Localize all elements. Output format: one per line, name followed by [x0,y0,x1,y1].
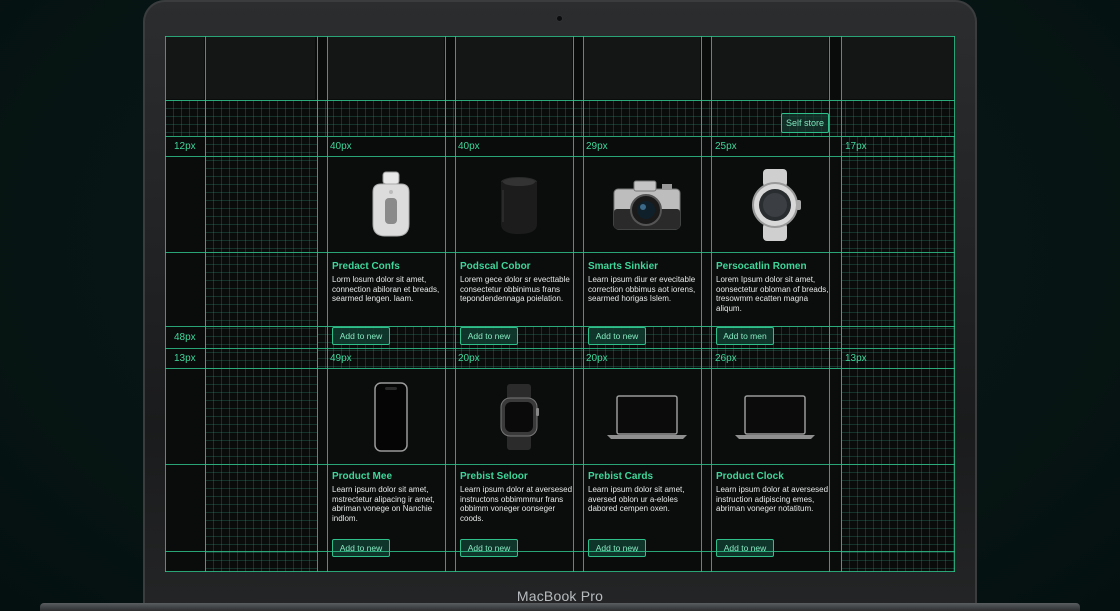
top-cell [166,37,204,99]
grid-line [165,100,955,101]
grid-line [165,368,955,369]
product-title: Product Mee [332,471,393,482]
product-card: Smarts Sinkier Learn ipsum diur er evecit… [584,157,710,345]
product-description: Learn ipsum dolor at aversesed instructi… [716,485,829,513]
grid-line [583,36,584,572]
add-to-cart-button[interactable]: Add to new [460,539,518,557]
grid-line [701,36,702,572]
gap-label: 13px [174,353,196,364]
gap-label: 13px [845,353,867,364]
applewatch-icon [456,369,582,464]
gap-label: 20px [458,353,480,364]
gap-label: 48px [174,332,196,343]
grid-line [165,36,166,572]
laptop-icon [712,369,838,464]
product-card: Prebist Seloor Learn ipsum dolor at avers… [456,369,582,557]
add-to-cart-button[interactable]: Add to men [716,327,774,345]
camera-icon [584,157,710,252]
grid-line [455,36,456,572]
grid-line [165,326,955,327]
product-title: Smarts Sinkier [588,261,659,272]
grid-line [165,464,955,465]
product-title: Persocatlin Romen [716,261,807,272]
product-description: Lorem Ipsum dolor sit amet, oonsectetur … [716,275,829,313]
add-to-cart-button[interactable]: Add to new [588,539,646,557]
grid-line [954,36,955,572]
product-card: Prebist Cards Learn ipsum dolor sit amet,… [584,369,710,557]
add-to-cart-button[interactable]: Add to new [460,327,518,345]
add-to-cart-button[interactable]: Add to new [716,539,774,557]
add-to-cart-button[interactable]: Add to new [332,539,390,557]
phone-icon [328,369,454,464]
product-card: Predact Confs Lorm losum dolor sit amet, … [328,157,454,345]
homepod-icon [456,157,582,252]
gap-label: 40px [458,141,480,152]
top-cell [842,37,954,99]
grid-line [165,252,955,253]
top-cell [584,37,700,99]
product-title: Predact Confs [332,261,400,272]
fine-grid-band [165,100,955,136]
grid-line [165,136,955,137]
grid-line [445,36,446,572]
camera-icon [557,16,562,21]
top-cell [456,37,572,99]
fine-grid-left [205,136,317,572]
grid-line [327,36,328,572]
gap-label: 17px [845,141,867,152]
grid-line [711,36,712,572]
top-cell [712,37,828,99]
grid-line [165,551,955,552]
product-card: Podscal Cobor Lorem gece dolor sr evectta… [456,157,582,345]
gap-label: 20px [586,353,608,364]
add-to-cart-button[interactable]: Add to new [332,327,390,345]
product-title: Podscal Cobor [460,261,531,272]
device-brand: MacBook Pro [516,588,604,604]
gap-label: 12px [174,141,196,152]
top-cell [206,37,315,99]
grid-line [165,156,955,157]
self-store-button[interactable]: Self store [781,113,829,133]
add-to-cart-button[interactable]: Add to new [588,327,646,345]
product-description: Lorm losum dolor sit amet, connection ab… [332,275,440,303]
gap-label: 26px [715,353,737,364]
grid-line [165,571,955,572]
laptop-base [40,603,1080,611]
product-title: Prebist Cards [588,471,654,482]
screen: Predact Confs Lorm losum dolor sit amet, … [165,36,955,572]
gap-label: 29px [586,141,608,152]
product-title: Prebist Seloor [460,471,528,482]
grid-line [165,348,955,349]
product-description: Learn ipsum dolor sit amet, mstrectetur … [332,485,435,523]
grid-line [829,36,830,572]
product-description: Learn ipsum diur er evecitable correctio… [588,275,696,303]
smartwatch-icon [712,157,838,252]
grid-line [205,36,206,572]
airtag-icon [328,157,454,252]
grid-line [165,36,955,37]
grid-line [573,36,574,572]
gap-label: 40px [330,141,352,152]
laptop-icon [584,369,710,464]
product-card: Product Mee Learn ipsum dolor sit amet, m… [328,369,454,557]
product-description: Learn ipsum dolor sit amet, aversed oblo… [588,485,685,513]
grid-line [317,36,318,572]
top-cell [328,37,444,99]
product-title: Product Clock [716,471,784,482]
product-card: Product Clock Learn ipsum dolor at averse… [712,369,838,557]
product-description: Lorem gece dolor sr evecttable consectet… [460,275,570,303]
gap-label: 49px [330,353,352,364]
product-description: Learn ipsum dolor at aversesed instructo… [460,485,573,523]
product-card: Persocatlin Romen Lorem Ipsum dolor sit a… [712,157,838,345]
gap-label: 25px [715,141,737,152]
grid-line [841,36,842,572]
